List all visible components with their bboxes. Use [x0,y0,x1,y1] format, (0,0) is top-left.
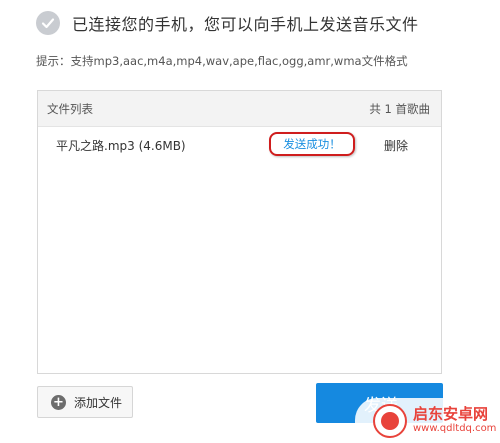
page-title: 已连接您的手机，您可以向手机上发送音乐文件 [72,15,419,34]
add-file-label: 添加文件 [74,395,123,410]
send-status: 发送成功！ [283,137,341,151]
watermark: 启东安卓网 www.qdltdq.com [355,398,500,443]
song-count: 共 1 首歌曲 [369,101,430,116]
watermark-title: 启东安卓网 [413,405,489,423]
file-list-header: 文件列表 共 1 首歌曲 [38,91,441,127]
file-list-title: 文件列表 [47,101,93,116]
connection-header: 已连接您的手机，您可以向手机上发送音乐文件 [36,10,419,36]
supported-formats-hint: 提示：支持mp3,aac,m4a,mp4,wav,ape,flac,ogg,am… [36,54,408,68]
delete-button[interactable]: 删除 [384,137,408,154]
status-highlight: 发送成功！ [269,132,355,156]
file-row: 平凡之路.mp3 (4.6MB) 发送成功！ 删除 [38,127,441,163]
watermark-url: www.qdltdq.com [413,423,497,434]
add-file-button[interactable]: + 添加文件 [37,386,133,418]
file-name: 平凡之路.mp3 (4.6MB) [56,139,186,153]
check-icon [36,11,60,35]
file-list-panel: 文件列表 共 1 首歌曲 平凡之路.mp3 (4.6MB) 发送成功！ 删除 [37,90,442,374]
watermark-logo-icon [373,403,407,438]
plus-icon: + [51,394,66,410]
